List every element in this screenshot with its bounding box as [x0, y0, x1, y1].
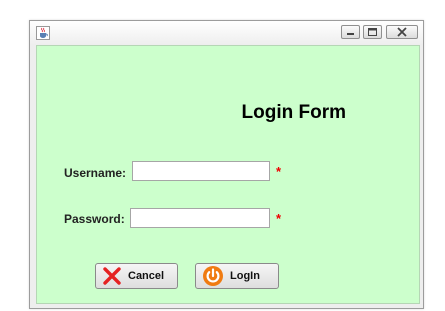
- username-label: Username:: [64, 166, 127, 180]
- maximize-icon: [368, 28, 377, 36]
- x-icon: [103, 267, 121, 285]
- cancel-button-label: Cancel: [128, 270, 165, 282]
- username-input[interactable]: [132, 161, 270, 181]
- login-button[interactable]: LogIn: [195, 263, 279, 289]
- password-required-marker: *: [276, 211, 282, 226]
- maximize-button[interactable]: [363, 25, 382, 39]
- password-input[interactable]: [130, 208, 270, 228]
- login-panel: Login Form Username: * Password: * Cance…: [36, 45, 420, 304]
- java-cup-icon: [36, 26, 50, 40]
- password-label: Password:: [64, 212, 125, 226]
- close-button[interactable]: [386, 25, 418, 39]
- login-button-label: LogIn: [230, 270, 260, 282]
- form-title: Login Form: [241, 102, 346, 123]
- login-window: Login Form Username: * Password: * Cance…: [29, 20, 424, 309]
- minimize-icon: [347, 33, 354, 35]
- power-icon: [203, 266, 223, 286]
- minimize-button[interactable]: [341, 25, 360, 39]
- close-icon: [397, 27, 407, 37]
- cancel-button[interactable]: Cancel: [95, 263, 178, 289]
- title-bar[interactable]: [30, 21, 423, 45]
- username-required-marker: *: [276, 164, 282, 179]
